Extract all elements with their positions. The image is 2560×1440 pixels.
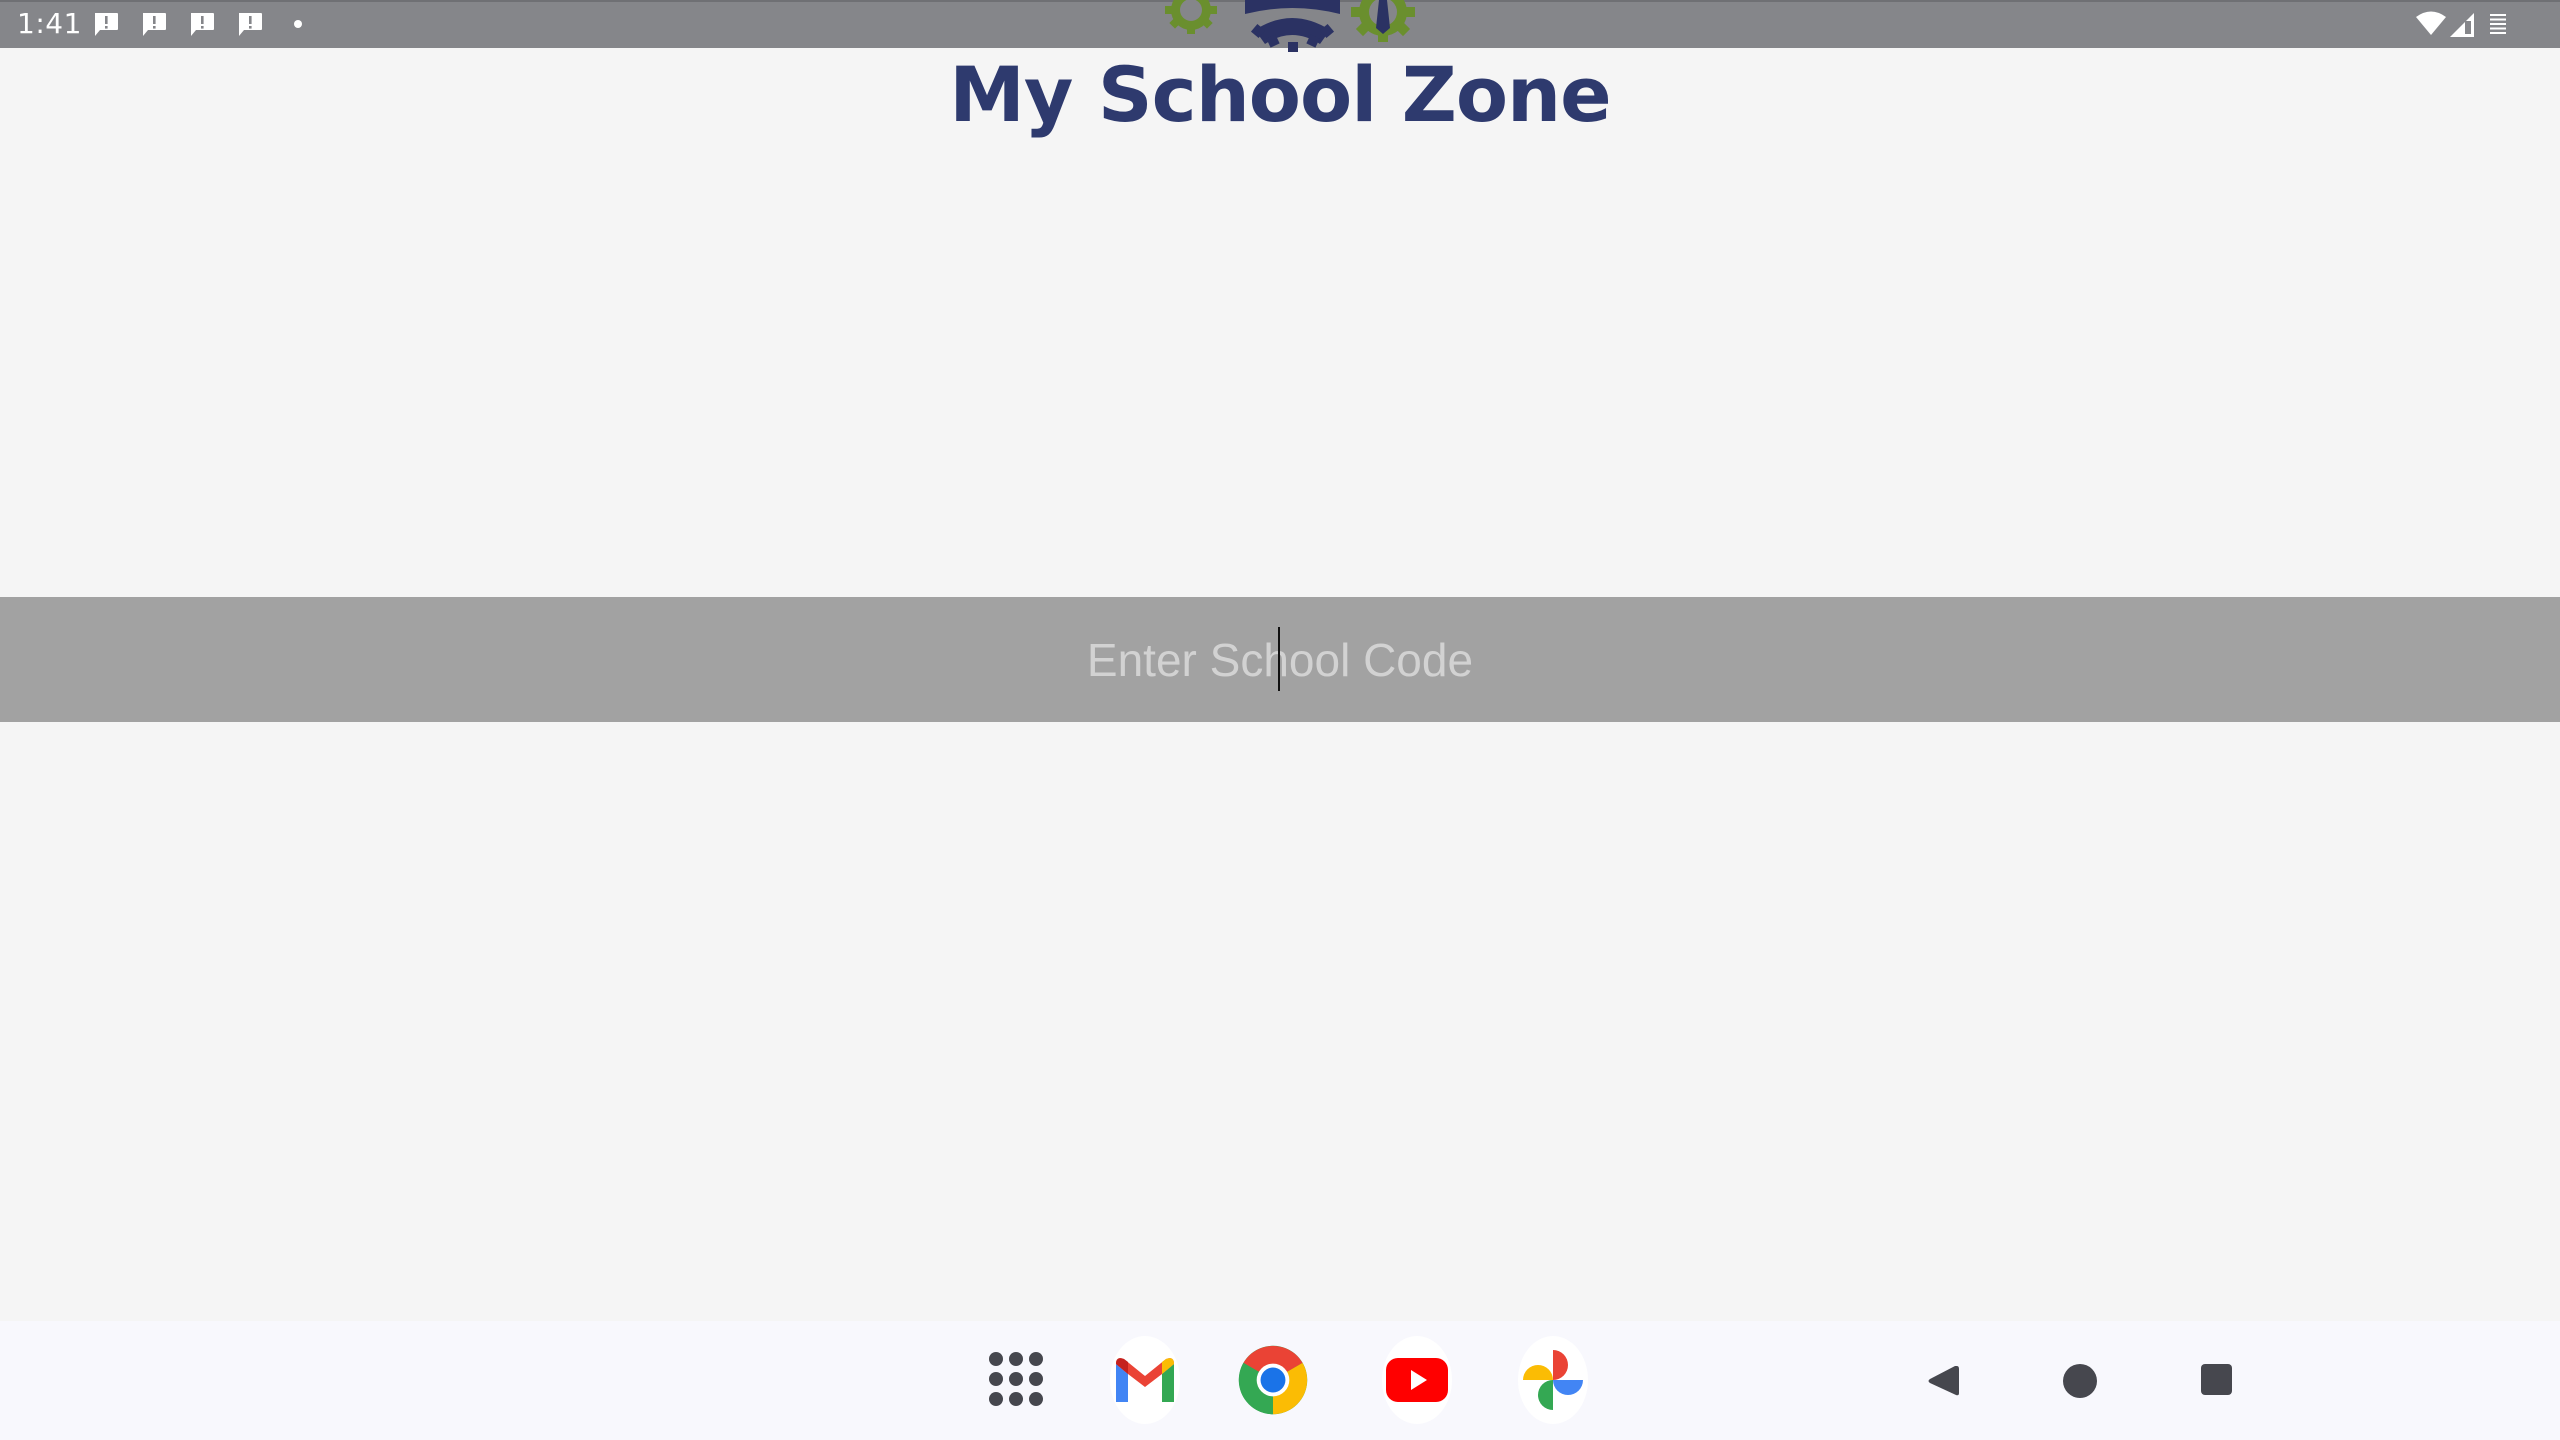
school-code-input[interactable] xyxy=(0,597,2560,722)
alert-message-icon xyxy=(143,13,166,36)
gmail-icon[interactable] xyxy=(1110,1336,1180,1424)
photos-icon[interactable] xyxy=(1518,1336,1588,1424)
youtube-glyph-icon xyxy=(1386,1358,1448,1402)
chrome-icon[interactable] xyxy=(1238,1336,1308,1424)
alert-message-icon xyxy=(239,13,262,36)
school-code-field-container[interactable] xyxy=(0,597,2560,722)
app-drawer-icon[interactable] xyxy=(985,1350,1045,1410)
notification-icons xyxy=(92,10,302,38)
home-icon[interactable] xyxy=(2063,1364,2097,1398)
app-title: My School Zone xyxy=(949,50,1611,139)
chrome-glyph-icon xyxy=(1238,1345,1308,1415)
alert-message-icon xyxy=(95,13,118,36)
battery-icon xyxy=(2490,14,2506,34)
back-icon[interactable] xyxy=(1927,1364,1961,1398)
youtube-icon[interactable] xyxy=(1382,1336,1452,1424)
alert-message-icon xyxy=(191,13,214,36)
text-cursor xyxy=(1278,627,1280,691)
gmail-glyph-icon xyxy=(1116,1358,1174,1402)
recents-icon[interactable] xyxy=(2201,1364,2233,1396)
cellular-signal-icon xyxy=(2450,13,2474,37)
system-icons xyxy=(2300,10,2560,40)
more-notifications-dot-icon xyxy=(294,20,302,28)
school-logo-emblem-icon xyxy=(1165,0,1415,52)
wifi-icon xyxy=(2416,11,2446,35)
status-time: 1:41 xyxy=(17,7,82,40)
photos-glyph-icon xyxy=(1523,1350,1583,1410)
